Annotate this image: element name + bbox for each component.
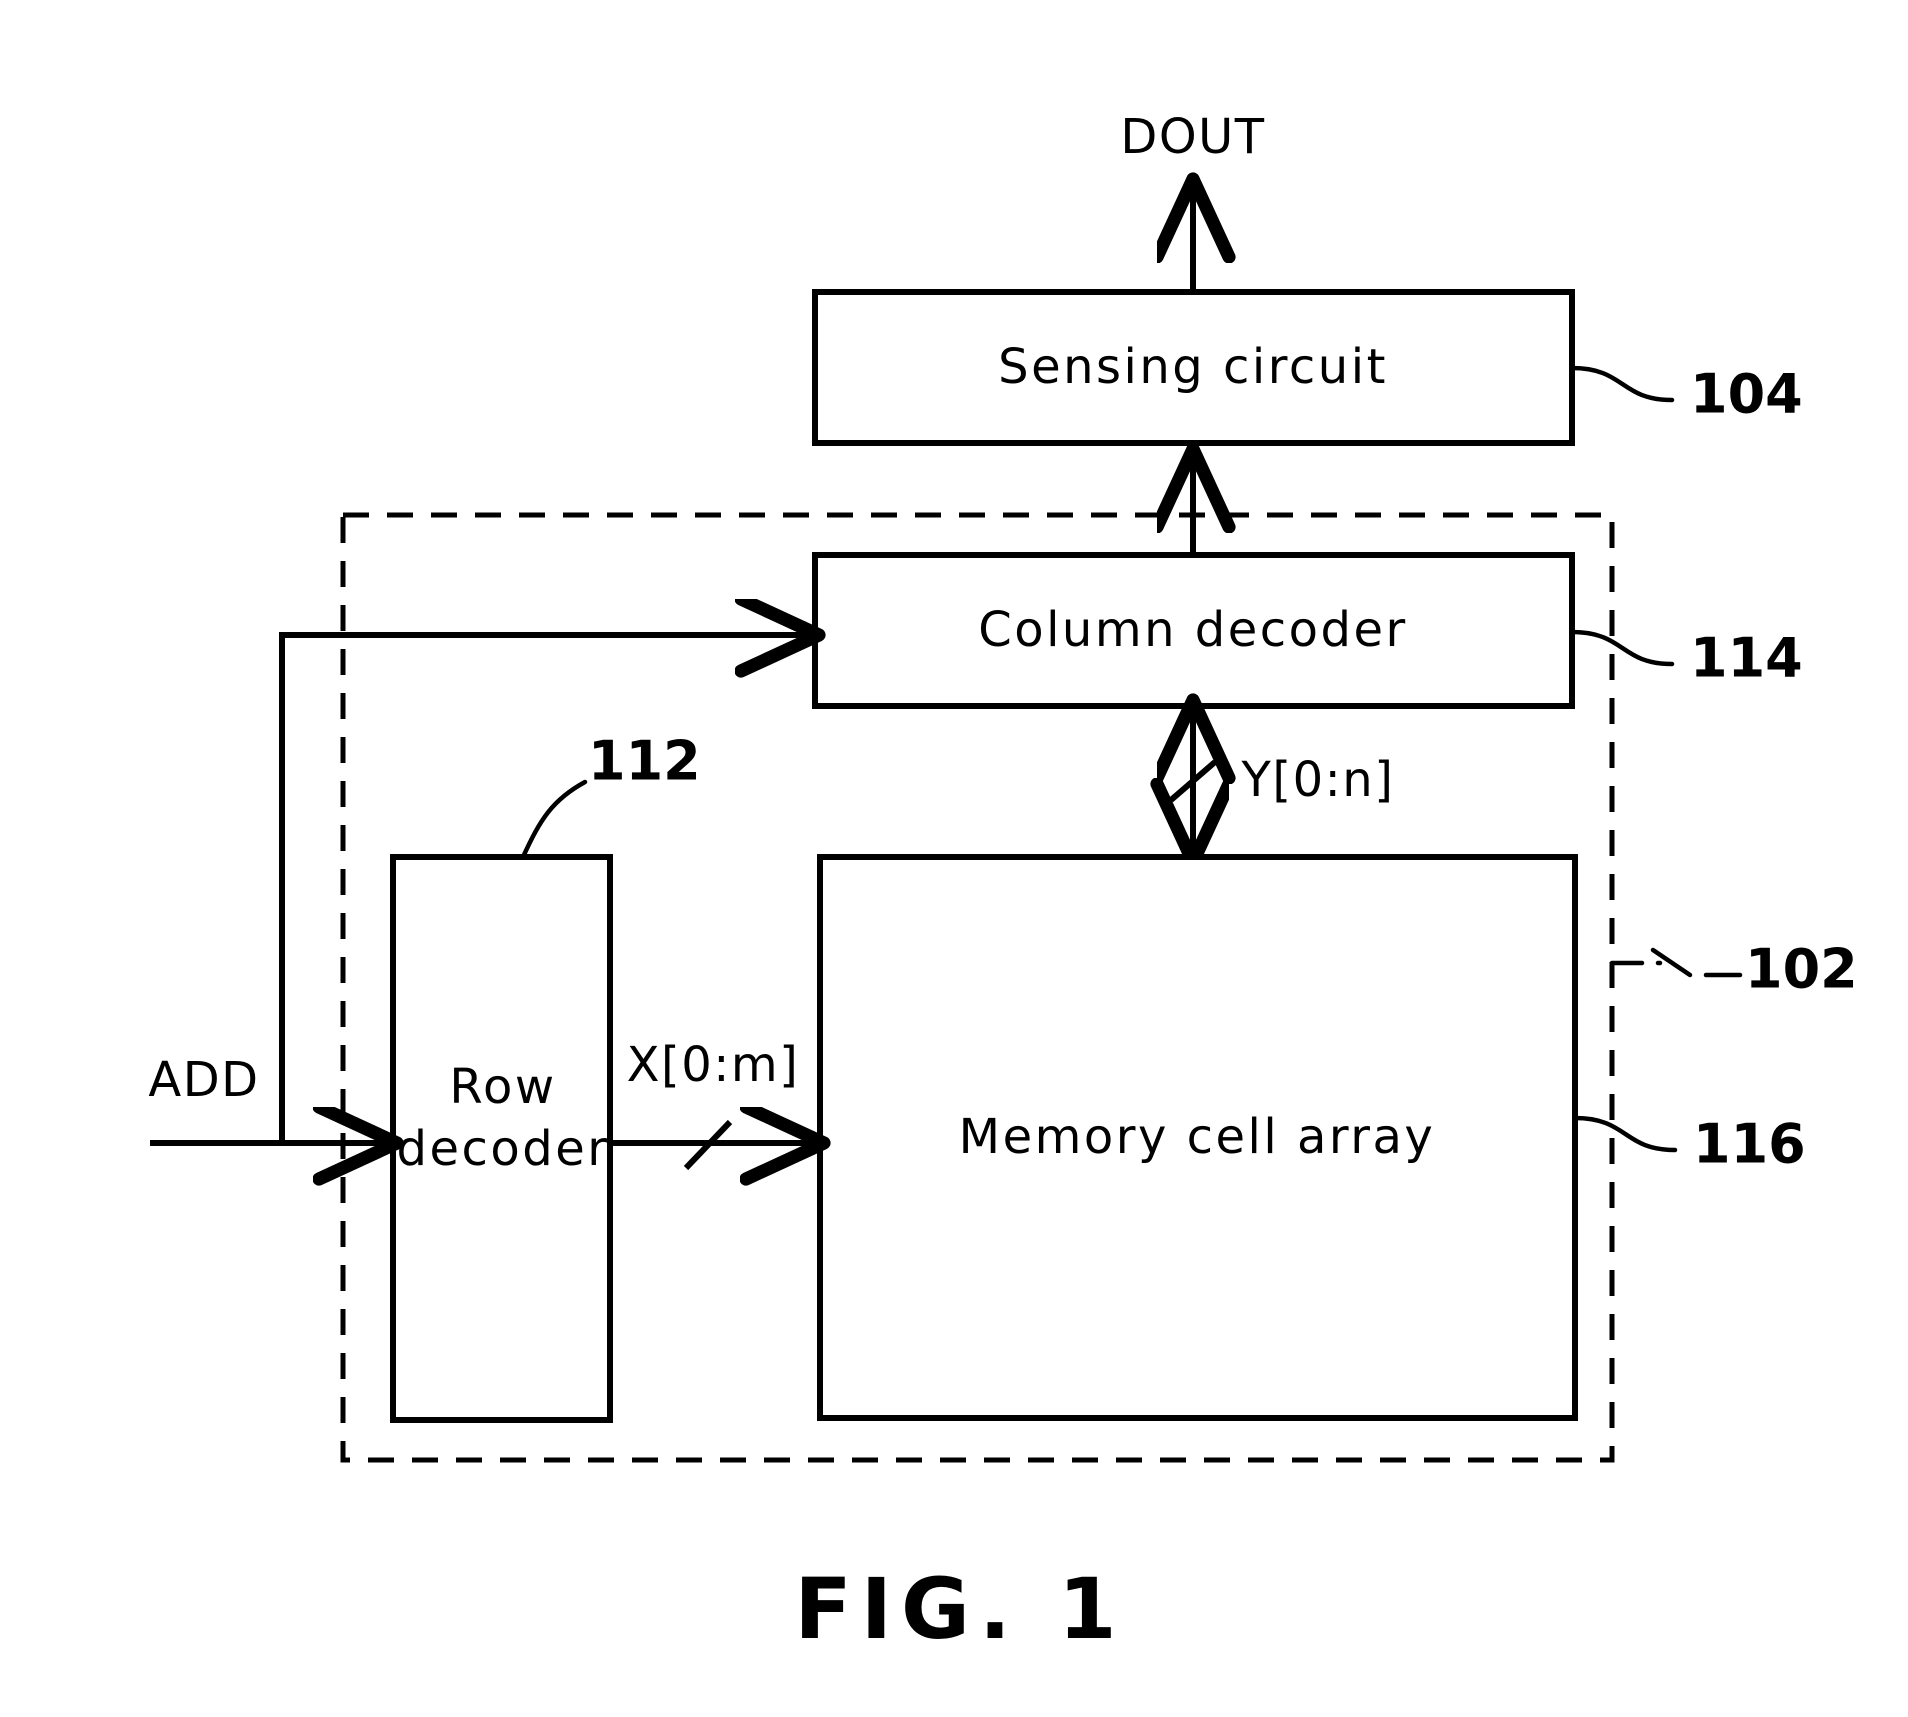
row-decoder-label-line1: Row xyxy=(449,1059,556,1115)
ref-104-label: 104 xyxy=(1690,363,1803,426)
figure-caption: FIG. 1 xyxy=(794,1560,1125,1658)
add-label: ADD xyxy=(148,1052,259,1108)
dout-label: DOUT xyxy=(1120,109,1265,165)
column-decoder-label: Column decoder xyxy=(978,602,1408,658)
ref-112-leader xyxy=(520,779,588,860)
sensing-circuit-label: Sensing circuit xyxy=(998,339,1388,395)
block-diagram-canvas: Sensing circuit DOUT 104 Column decoder … xyxy=(148,109,1858,1658)
row-bus-label: X[0:m] xyxy=(627,1037,800,1093)
ref-114-leader xyxy=(1569,629,1675,667)
ref-116-label: 116 xyxy=(1693,1113,1806,1176)
ref-104-leader xyxy=(1569,365,1675,403)
ref-114-label: 114 xyxy=(1690,627,1803,690)
memory-cell-array-label: Memory cell array xyxy=(959,1109,1436,1165)
figure-root: Sensing circuit DOUT 104 Column decoder … xyxy=(0,0,1908,1717)
row-decoder-label-line2: decoder xyxy=(397,1121,610,1177)
ref-102-label: 102 xyxy=(1745,938,1858,1001)
ref-116-leader xyxy=(1572,1115,1678,1153)
column-bus-label: Y[0:n] xyxy=(1241,752,1395,808)
ref-112-label: 112 xyxy=(588,730,701,793)
